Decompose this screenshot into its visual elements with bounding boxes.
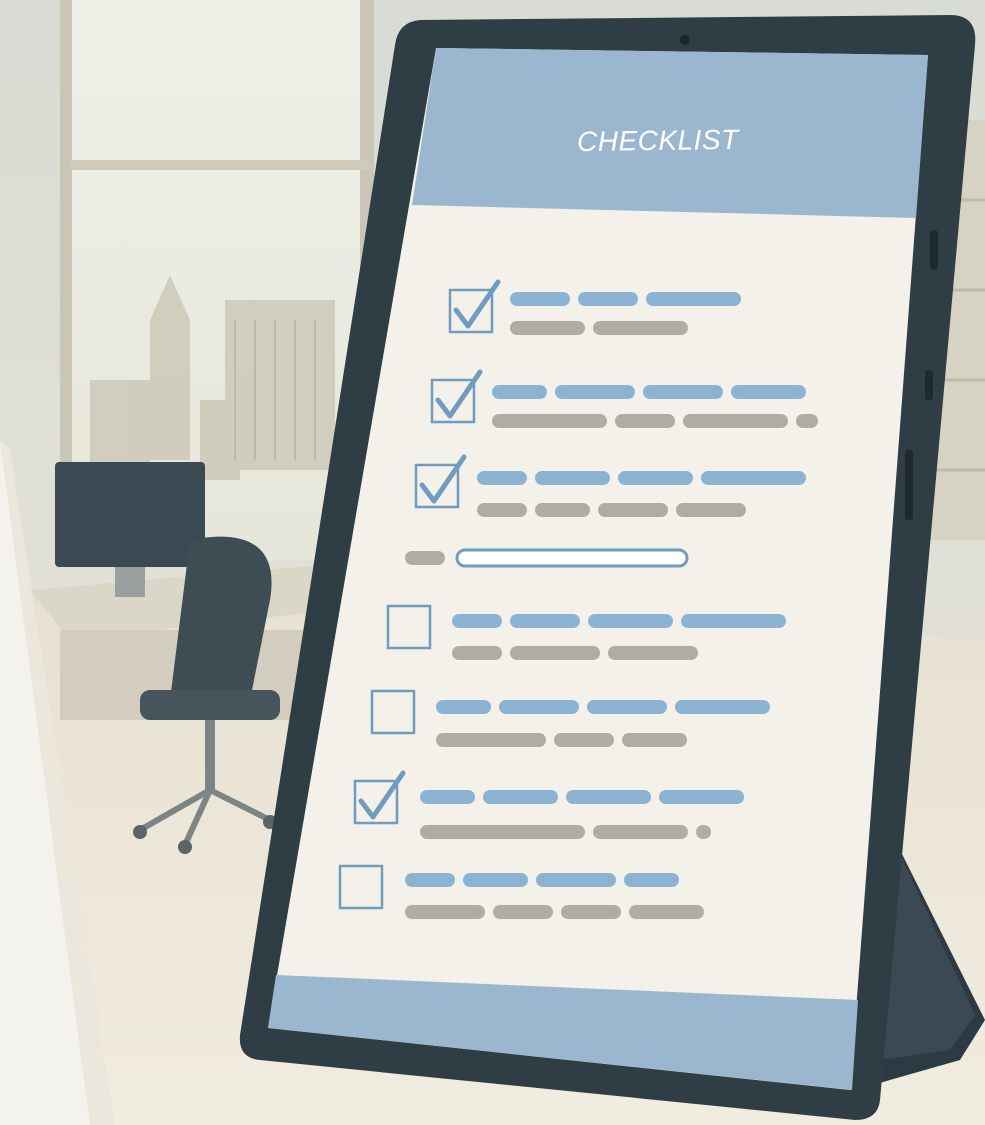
item-detail-bar xyxy=(598,503,668,517)
office-scene: CHECKLIST xyxy=(0,0,985,1125)
item-detail-bar xyxy=(796,414,818,428)
item-title-bar xyxy=(405,873,455,887)
item-detail-bar xyxy=(593,825,688,839)
item-detail-bar xyxy=(492,414,607,428)
item-title-bar xyxy=(731,385,806,399)
item-detail-bar xyxy=(615,414,675,428)
front-camera-icon xyxy=(680,35,690,45)
item-title-bar xyxy=(510,292,570,306)
item-detail-bar xyxy=(535,503,590,517)
item-detail-bar xyxy=(622,733,687,747)
item-detail-bar xyxy=(683,414,788,428)
item-detail-bar xyxy=(629,905,704,919)
item-detail-bar xyxy=(561,905,621,919)
item-title-bar xyxy=(483,790,558,804)
item-title-bar xyxy=(420,790,475,804)
monitor xyxy=(55,462,205,567)
item-title-bar xyxy=(701,471,806,485)
item-title-bar xyxy=(587,700,667,714)
item-detail-bar xyxy=(554,733,614,747)
item-detail-bar xyxy=(696,825,711,839)
item-title-bar xyxy=(555,385,635,399)
item-detail-bar xyxy=(676,503,746,517)
item-title-bar xyxy=(578,292,638,306)
item-title-bar xyxy=(681,614,786,628)
item-title-bar xyxy=(436,700,491,714)
progress-track xyxy=(455,548,689,568)
item-title-bar xyxy=(618,471,693,485)
gray-bar xyxy=(405,551,445,565)
item-detail-bar xyxy=(405,905,485,919)
item-title-bar xyxy=(492,385,547,399)
item-title-bar xyxy=(566,790,651,804)
item-title-bar xyxy=(510,614,580,628)
item-title-bar xyxy=(659,790,744,804)
item-title-bar xyxy=(536,873,616,887)
item-detail-bar xyxy=(510,646,600,660)
item-title-bar xyxy=(477,471,527,485)
item-title-bar xyxy=(588,614,673,628)
item-title-bar xyxy=(535,471,610,485)
item-detail-bar xyxy=(420,825,585,839)
item-title-bar xyxy=(624,873,679,887)
item-detail-bar xyxy=(493,905,553,919)
item-detail-bar xyxy=(477,503,527,517)
item-title-bar xyxy=(463,873,528,887)
item-title-bar xyxy=(452,614,502,628)
item-title-bar xyxy=(643,385,723,399)
item-detail-bar xyxy=(510,321,585,335)
item-detail-bar xyxy=(608,646,698,660)
item-detail-bar xyxy=(593,321,688,335)
item-title-bar xyxy=(499,700,579,714)
item-title-bar xyxy=(675,700,770,714)
item-title-bar xyxy=(646,292,741,306)
screen-title: CHECKLIST xyxy=(577,124,740,157)
item-detail-bar xyxy=(452,646,502,660)
item-detail-bar xyxy=(436,733,546,747)
